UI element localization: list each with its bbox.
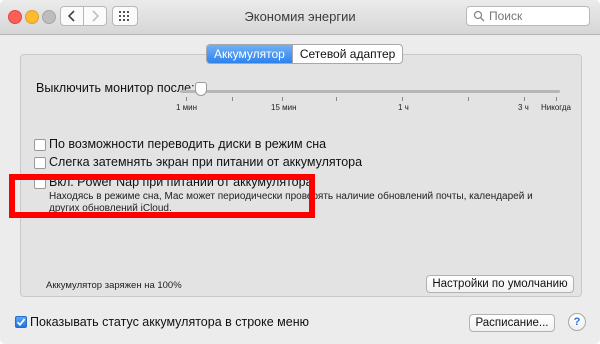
title-bar: Экономия энергии: [0, 0, 600, 35]
tick-label-1-h: 1 ч: [398, 103, 409, 112]
slider-tick: [468, 97, 469, 101]
tick-label-1-min: 1 мин: [176, 103, 198, 112]
restore-defaults-button[interactable]: Настройки по умолчанию: [426, 275, 574, 293]
help-button[interactable]: ?: [568, 313, 586, 331]
monitor-off-slider-knob[interactable]: [195, 82, 207, 96]
disk-sleep-label: По возможности переводить диски в режим …: [49, 137, 327, 151]
search-field[interactable]: [466, 6, 590, 26]
tick-label-3-h: 3 ч: [518, 103, 529, 112]
show-battery-status-label: Показывать статус аккумулятора в строке …: [30, 315, 309, 329]
slider-tick: [232, 97, 233, 101]
slider-tick: [524, 97, 525, 101]
monitor-off-label: Выключить монитор после:: [36, 81, 195, 95]
slider-tick: [336, 97, 337, 101]
show-battery-status-checkbox[interactable]: [15, 316, 27, 328]
slider-tick: [282, 97, 283, 101]
tab-bar: Аккумулятор Сетевой адаптер: [206, 44, 404, 64]
tab-battery[interactable]: Аккумулятор: [207, 45, 292, 63]
dim-display-checkbox[interactable]: [34, 157, 46, 169]
dim-display-label: Слегка затемнять экран при питании от ак…: [49, 155, 363, 169]
tab-power-adapter[interactable]: Сетевой адаптер: [291, 45, 402, 63]
search-input[interactable]: [489, 9, 569, 23]
tick-label-15-min: 15 мин: [271, 103, 297, 112]
disk-sleep-checkbox[interactable]: [34, 139, 46, 151]
energy-saver-window: Экономия энергии Аккумулятор Сетевой ада…: [0, 0, 600, 344]
slider-tick: [556, 97, 557, 101]
slider-tick: [402, 97, 403, 101]
search-icon: [473, 10, 485, 22]
checkmark-icon: [16, 318, 26, 327]
red-highlight-box: [9, 174, 315, 218]
tick-label-never: Никогда: [541, 103, 571, 112]
slider-tick: [186, 97, 187, 101]
schedule-button[interactable]: Расписание...: [469, 314, 555, 332]
help-icon: ?: [573, 316, 581, 328]
monitor-off-slider-track[interactable]: [180, 90, 560, 93]
battery-status: Аккумулятор заряжен на 100%: [46, 280, 182, 291]
